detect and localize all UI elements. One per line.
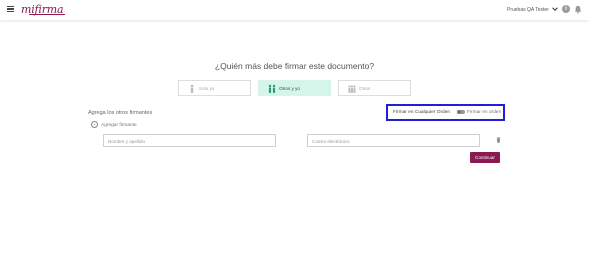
logo-underline: [29, 14, 65, 15]
option-label: Otros y yo: [279, 86, 300, 91]
in-order-label[interactable]: Firmar en orden: [467, 110, 501, 115]
single-person-icon: [190, 84, 194, 93]
name-input[interactable]: Nombre y apellido: [103, 134, 276, 147]
option-solo-yo[interactable]: Solo yo: [178, 80, 251, 96]
email-input[interactable]: Correo electrónico: [307, 134, 480, 147]
top-bar: mifirma Pruebas QA Tester i: [0, 0, 589, 20]
any-order-label[interactable]: Firmar en Cualquier Orden: [393, 110, 450, 115]
people-group-icon: [268, 84, 276, 93]
add-signer-button[interactable]: + Agregar firmante: [91, 121, 137, 128]
name-placeholder: Nombre y apellido: [108, 138, 146, 144]
plus-circle-icon: +: [91, 121, 98, 128]
menu-icon[interactable]: [7, 6, 14, 13]
page-title: ¿Quién más debe firmar este documento?: [214, 61, 375, 71]
chevron-down-icon[interactable]: [552, 6, 558, 12]
trash-icon[interactable]: [496, 137, 501, 143]
option-label: Solo yo: [199, 86, 215, 91]
user-name[interactable]: Pruebas QA Tester: [507, 7, 549, 13]
option-otros[interactable]: Otros: [338, 80, 411, 96]
continue-button[interactable]: Continuar: [470, 152, 500, 163]
add-signer-label: Agregar firmante: [101, 122, 137, 128]
info-icon[interactable]: i: [562, 5, 570, 13]
people-others-icon: [348, 85, 356, 93]
add-signers-title: Agrega los otros firmantes: [88, 110, 153, 116]
email-placeholder: Correo electrónico: [312, 138, 350, 144]
option-label: Otros: [359, 86, 371, 91]
option-otros-y-yo[interactable]: Otros y yo: [258, 80, 331, 96]
bell-icon[interactable]: [574, 5, 582, 14]
signing-order-toggle[interactable]: [457, 110, 465, 114]
